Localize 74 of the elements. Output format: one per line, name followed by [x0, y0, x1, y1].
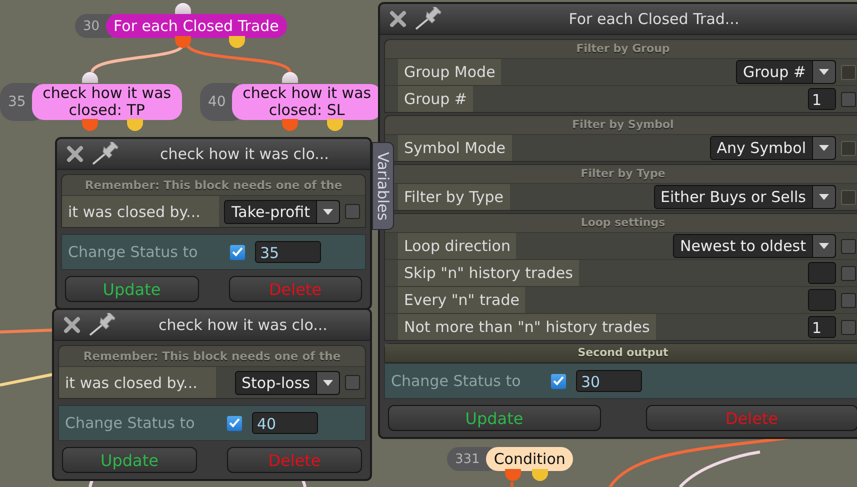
status-label: Change Status to: [65, 414, 196, 432]
update-button[interactable]: Update: [388, 405, 600, 431]
section-header: Remember: This block needs one of the: [84, 177, 344, 194]
caret-icon: [819, 243, 829, 249]
field-label: Not more than "n" history trades: [398, 314, 656, 340]
input-port[interactable]: [82, 72, 98, 83]
checkbox[interactable]: [345, 204, 360, 219]
dropdown[interactable]: Take-profit: [224, 200, 340, 224]
status-field[interactable]: 40: [252, 412, 318, 434]
close-icon[interactable]: [65, 144, 85, 164]
input-port[interactable]: [282, 72, 298, 83]
checkbox[interactable]: [230, 244, 245, 260]
field-label: Skip "n" history trades: [398, 260, 579, 286]
output-port[interactable]: [327, 119, 343, 131]
field-label: Group #: [398, 86, 474, 112]
caret-icon: [819, 69, 829, 75]
field-label: Loop direction: [398, 233, 516, 259]
node-label[interactable]: Condition: [486, 447, 574, 471]
caret-icon: [323, 208, 333, 214]
window-title: For each Closed Trad...: [568, 10, 740, 28]
caret-icon: [323, 380, 333, 386]
dropdown[interactable]: Newest to oldest: [672, 234, 836, 258]
output-port[interactable]: [532, 469, 548, 481]
status-label: Change Status to: [68, 243, 199, 261]
checkbox[interactable]: [841, 266, 856, 280]
number-field[interactable]: [808, 289, 836, 311]
checkbox[interactable]: [841, 92, 856, 106]
dropdown[interactable]: Either Buys or Sells: [654, 185, 836, 209]
number-field[interactable]: 1: [808, 88, 836, 110]
caret-icon: [819, 194, 829, 200]
dropdown[interactable]: Stop-loss: [234, 370, 340, 394]
window-title: check how it was clo...: [159, 145, 330, 163]
status-field[interactable]: 30: [576, 370, 642, 392]
pin-icon[interactable]: [414, 7, 444, 31]
pin-icon[interactable]: [88, 313, 118, 337]
caret-icon: [819, 145, 829, 151]
node-label[interactable]: For each Closed Trade: [106, 14, 287, 38]
close-icon[interactable]: [62, 315, 82, 335]
section-header: Loop settings: [580, 215, 666, 231]
checkbox[interactable]: [345, 375, 360, 390]
pin-icon[interactable]: [91, 142, 121, 166]
checkbox[interactable]: [841, 320, 856, 334]
section-header: Second output: [385, 344, 857, 362]
checkbox[interactable]: [227, 416, 242, 430]
status-field[interactable]: 35: [255, 241, 321, 263]
output-port[interactable]: [229, 36, 245, 48]
field-label: Symbol Mode: [398, 135, 512, 161]
window-title: check how it was clo...: [158, 316, 328, 334]
variables-tab[interactable]: Variables: [372, 142, 394, 230]
checkbox[interactable]: [551, 374, 566, 388]
field-label: Every "n" trade: [398, 287, 526, 313]
connector-line: [510, 482, 514, 487]
checkbox[interactable]: [841, 292, 856, 308]
status-label: Change Status to: [391, 372, 522, 390]
section-header: Remember: This block needs one of the: [82, 348, 342, 365]
section-header: Filter by Type: [580, 166, 666, 182]
field-label: Group Mode: [398, 59, 502, 85]
section-header: Filter by Group: [575, 41, 671, 57]
field-label: Filter by Type: [398, 184, 510, 210]
section-header: Filter by Symbol: [571, 117, 675, 133]
update-button[interactable]: Update: [62, 447, 197, 473]
update-button[interactable]: Update: [65, 276, 198, 302]
dropdown[interactable]: Any Symbol: [710, 136, 836, 160]
input-port[interactable]: [175, 3, 191, 14]
field-label: it was closed by...: [59, 367, 216, 398]
checkbox[interactable]: [841, 238, 856, 254]
number-field[interactable]: [808, 262, 836, 284]
output-port[interactable]: [175, 36, 191, 48]
number-field[interactable]: 1: [808, 316, 836, 338]
dropdown[interactable]: Group #: [736, 60, 836, 84]
close-icon[interactable]: [388, 9, 408, 29]
node-label[interactable]: check how it was closed: TP: [32, 84, 182, 120]
output-port[interactable]: [127, 119, 143, 131]
field-label: it was closed by...: [62, 196, 219, 227]
